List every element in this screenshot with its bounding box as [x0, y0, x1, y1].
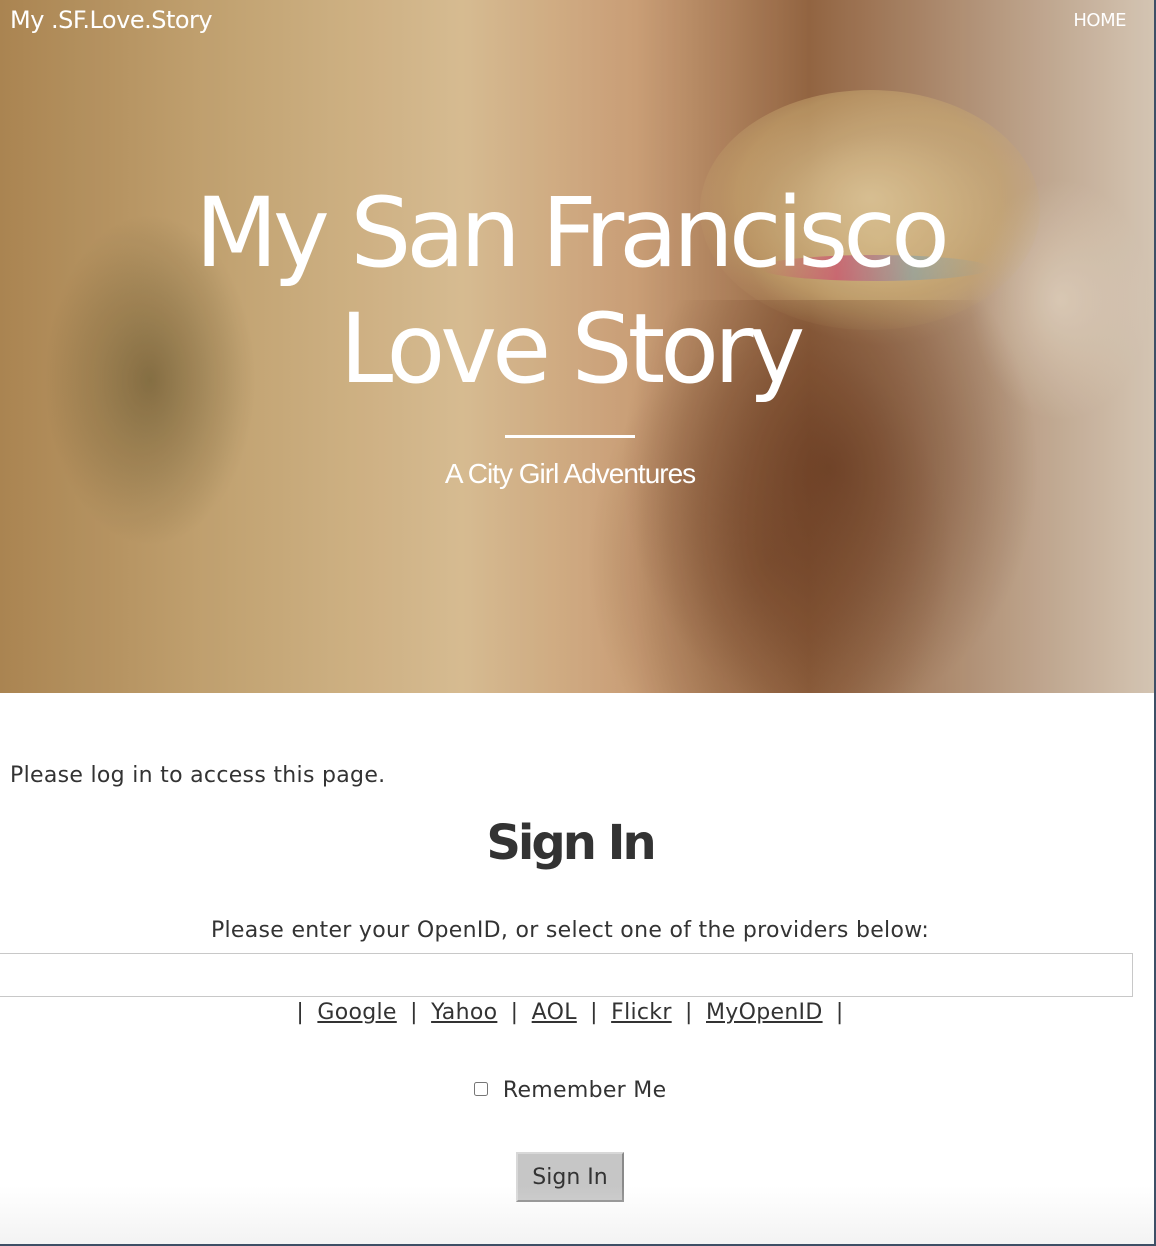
provider-link-myopenid[interactable]: MyOpenID [706, 1000, 823, 1025]
openid-input[interactable] [0, 953, 1133, 997]
hero-title: My San Francisco Love Story [0, 175, 1140, 407]
hero-divider [505, 435, 635, 438]
provider-separator: | [410, 1000, 418, 1025]
hero-banner: My .SF.Love.Story HOME My San Francisco … [0, 0, 1156, 693]
login-required-notice: Please log in to access this page. [10, 763, 386, 788]
provider-link-aol[interactable]: AOL [532, 1000, 577, 1025]
openid-instructions: Please enter your OpenID, or select one … [210, 918, 930, 943]
provider-separator: | [590, 1000, 598, 1025]
provider-link-flickr[interactable]: Flickr [611, 1000, 672, 1025]
hero-title-line-2: Love Story [339, 293, 806, 405]
provider-separator: | [835, 1000, 844, 1025]
provider-link-yahoo[interactable]: Yahoo [431, 1000, 497, 1025]
hero-subtitle: A City Girl Adventures [444, 458, 696, 489]
provider-separator: | [684, 1000, 693, 1025]
remember-me-row[interactable]: Remember Me [0, 1078, 1140, 1103]
provider-separator: | [510, 1000, 519, 1025]
nav-home-link[interactable]: HOME [1073, 10, 1126, 31]
remember-me-label: Remember Me [502, 1078, 667, 1103]
provider-link-google[interactable]: Google [317, 1000, 396, 1025]
provider-list: | Google | Yahoo | AOL | Flickr | MyOpen… [0, 1000, 1140, 1025]
window-bottom-shadow [0, 1186, 1156, 1246]
remember-me-checkbox[interactable] [473, 1082, 488, 1096]
hero-title-line-1: My San Francisco [195, 177, 950, 289]
signin-heading: Sign In [486, 815, 656, 871]
provider-separator: | [296, 1000, 305, 1025]
site-brand-link[interactable]: My .SF.Love.Story [10, 6, 213, 34]
